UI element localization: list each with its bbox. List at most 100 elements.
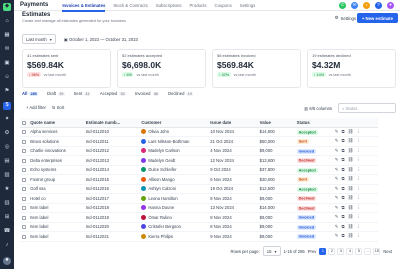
contacts-icon[interactable]: ☺ bbox=[3, 74, 11, 82]
row-checkbox[interactable] bbox=[20, 203, 29, 213]
col-customer[interactable]: Customer bbox=[139, 118, 209, 128]
edit-icon[interactable]: ✎ bbox=[335, 148, 339, 154]
col-estimate-number[interactable]: Estimate numb... bbox=[83, 118, 140, 128]
link-icon[interactable]: ⛓ bbox=[348, 157, 354, 163]
table-row[interactable]: Charlie innovations Ind-0112012 Madelyn … bbox=[20, 146, 378, 156]
table-row[interactable]: Golf ssa Ind-0112016 Ashlyn Calzoni 19 O… bbox=[20, 184, 378, 194]
whatsapp-icon[interactable]: ✆ bbox=[339, 2, 346, 9]
table-row[interactable]: Echo systems Ind-0112014 Dulce Schleifer… bbox=[20, 165, 378, 175]
summary-card[interactable]: 41 estimates sent $569.84K ↓ 96% vs last … bbox=[22, 49, 111, 88]
row-checkbox[interactable] bbox=[20, 184, 29, 194]
copy-icon[interactable]: ⧉ bbox=[341, 214, 344, 220]
more-icon[interactable]: ⋮ bbox=[356, 214, 361, 220]
link-icon[interactable]: ⛓ bbox=[348, 214, 354, 220]
edit-icon[interactable]: ✎ bbox=[335, 205, 339, 211]
row-checkbox[interactable] bbox=[20, 136, 29, 147]
period-select[interactable]: Last month ▾ bbox=[22, 34, 56, 44]
apps-icon[interactable]: ⊞ bbox=[3, 214, 11, 222]
bell-icon[interactable]: ♪ bbox=[363, 2, 370, 9]
row-checkbox[interactable] bbox=[20, 127, 29, 137]
quote-name[interactable]: Item label bbox=[28, 231, 84, 242]
row-checkbox[interactable] bbox=[20, 222, 29, 232]
status-tab[interactable]: Draft 39 bbox=[47, 91, 65, 96]
quote-name[interactable]: Golf ssa bbox=[28, 184, 84, 194]
link-icon[interactable]: ⛓ bbox=[348, 176, 354, 182]
status-tab[interactable]: Invoiced 58 bbox=[135, 91, 160, 96]
quote-name[interactable]: Echo systems bbox=[28, 165, 84, 175]
quote-name[interactable]: Item label bbox=[28, 203, 84, 213]
page-button[interactable]: 4 bbox=[346, 247, 354, 255]
status-tab[interactable]: Declined 19 bbox=[168, 91, 193, 96]
table-row[interactable]: Alpha services Ind-0112010 Olivia John 1… bbox=[20, 127, 378, 137]
link-icon[interactable]: ⛓ bbox=[348, 129, 354, 135]
link-icon[interactable]: ⛓ bbox=[348, 148, 354, 154]
tab-stock-contracts[interactable]: Stock & Contracts bbox=[113, 0, 147, 11]
link-icon[interactable]: ⛓ bbox=[348, 186, 354, 192]
more-icon[interactable]: ⋮ bbox=[356, 233, 361, 239]
status-tab[interactable]: Sent 41 bbox=[74, 91, 91, 96]
row-checkbox[interactable] bbox=[20, 212, 29, 223]
summary-card[interactable]: 19 estimates declined $4.32M ↑ 14% vs las… bbox=[307, 49, 396, 88]
next-button[interactable]: Next bbox=[383, 249, 392, 254]
row-checkbox[interactable] bbox=[20, 155, 29, 166]
copy-icon[interactable]: ⧉ bbox=[341, 224, 344, 230]
date-range[interactable]: ▣ October 1, 2023 — October 31, 2023 bbox=[64, 37, 138, 42]
edit-icon[interactable]: ✎ bbox=[335, 214, 339, 220]
home-icon[interactable]: ⌂ bbox=[3, 18, 11, 26]
new-estimate-button[interactable]: + New estimate bbox=[356, 13, 398, 23]
tab-invoices-estimates[interactable]: Invoices & Estimates bbox=[62, 0, 106, 12]
status-tab[interactable]: All 285 bbox=[22, 91, 38, 96]
table-row[interactable]: Bravo solutions Ind-0112011 Lars Nilsson… bbox=[20, 136, 378, 147]
tab-settings[interactable]: Settings bbox=[240, 0, 256, 11]
quote-name[interactable]: Delta enterprises bbox=[28, 155, 84, 166]
megaphone-icon[interactable]: ✉ bbox=[351, 2, 358, 9]
col-value[interactable]: Value bbox=[257, 118, 295, 128]
table-row[interactable]: Foxtrot group Ind-0112015 Allison Mango … bbox=[20, 174, 378, 185]
col-issue-date[interactable]: Issue date bbox=[208, 118, 258, 128]
more-icon[interactable]: ⋮ bbox=[356, 186, 361, 192]
table-row[interactable]: Item label Ind-0112018 Hanna Doune 13 No… bbox=[20, 203, 378, 213]
quote-name[interactable]: Item label bbox=[28, 212, 84, 223]
more-icon[interactable]: ⋮ bbox=[356, 157, 361, 163]
chat-icon[interactable]: ✉ bbox=[3, 46, 11, 54]
page-button[interactable]: 5 bbox=[355, 247, 363, 255]
reputation-icon[interactable]: ★ bbox=[3, 186, 11, 194]
more-icon[interactable]: ⋮ bbox=[356, 167, 361, 173]
page-button[interactable]: 2 bbox=[328, 247, 336, 255]
quote-name[interactable]: Foxtrot group bbox=[28, 174, 84, 185]
link-icon[interactable]: ⛓ bbox=[348, 233, 354, 239]
rows-per-page-select[interactable]: 15 ▾ bbox=[262, 246, 281, 256]
table-row[interactable]: Hotel co Ind-0112017 Leona Hamilton 8 No… bbox=[20, 193, 378, 204]
phone-icon[interactable]: ☎ bbox=[3, 228, 11, 236]
quote-name[interactable]: Charlie innovations bbox=[28, 146, 84, 156]
status-tab[interactable]: Accepted 52 bbox=[100, 91, 126, 96]
prev-button[interactable]: Prev bbox=[308, 249, 317, 254]
more-icon[interactable]: ⋮ bbox=[356, 195, 361, 201]
edit-icon[interactable]: ✎ bbox=[335, 129, 339, 135]
dashboard-icon[interactable]: ▦ bbox=[3, 32, 11, 40]
edit-icon[interactable]: ✎ bbox=[335, 176, 339, 182]
tab-coupons[interactable]: Coupons bbox=[215, 0, 232, 11]
table-row[interactable]: Item label Ind-0112019 Omar Rulino 8 Nov… bbox=[20, 212, 378, 223]
summary-card[interactable]: 58 estimates invoiced $569.84K ↑ 32% vs l… bbox=[212, 49, 301, 88]
notifications-icon[interactable]: ♪ bbox=[3, 242, 11, 250]
profile-avatar-icon[interactable]: ● bbox=[387, 2, 394, 9]
quote-name[interactable]: Item label bbox=[28, 222, 84, 232]
user-avatar-icon[interactable]: ● bbox=[3, 257, 11, 265]
copy-icon[interactable]: ⧉ bbox=[341, 157, 344, 163]
help-icon[interactable]: ? bbox=[375, 2, 382, 9]
edit-icon[interactable]: ✎ bbox=[335, 167, 339, 173]
copy-icon[interactable]: ⧉ bbox=[341, 138, 344, 144]
copy-icon[interactable]: ⧉ bbox=[341, 148, 344, 154]
link-icon[interactable]: ⛓ bbox=[348, 167, 354, 173]
automation-icon[interactable]: ⚙ bbox=[3, 130, 11, 138]
copy-icon[interactable]: ⧉ bbox=[341, 129, 344, 135]
more-icon[interactable]: ⋮ bbox=[356, 205, 361, 211]
table-row[interactable]: Item label Ind-0112020 Cristofer Bergson… bbox=[20, 222, 378, 232]
edit-icon[interactable]: ✎ bbox=[335, 195, 339, 201]
edit-icon[interactable]: ✎ bbox=[335, 186, 339, 192]
copy-icon[interactable]: ⧉ bbox=[341, 233, 344, 239]
page-button[interactable]: 1 bbox=[319, 247, 327, 255]
table-row[interactable]: Delta enterprises Ind-0112013 Madelyn Ge… bbox=[20, 155, 378, 166]
page-button[interactable]: 15 bbox=[373, 247, 381, 255]
